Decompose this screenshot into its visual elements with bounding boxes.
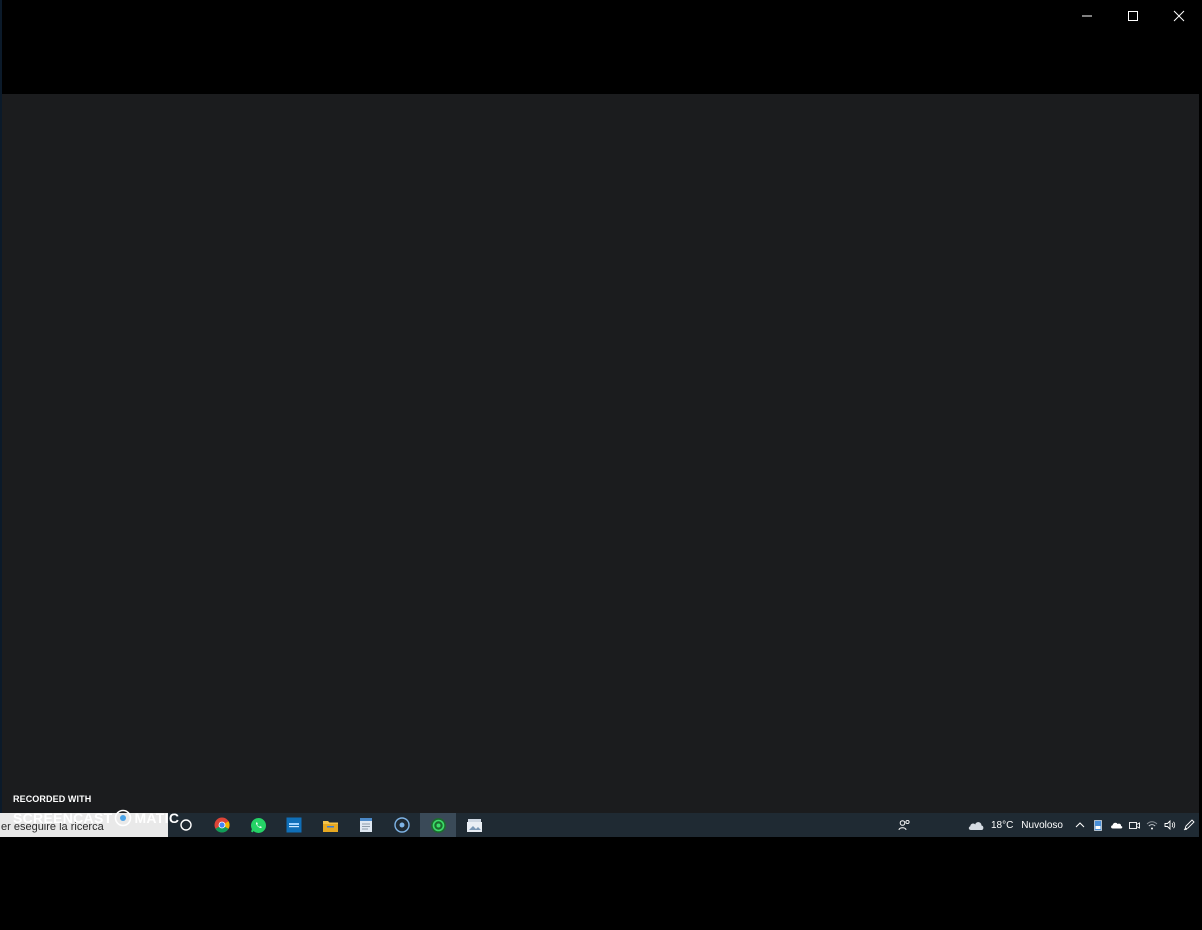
- tray-onedrive[interactable]: [1107, 813, 1125, 837]
- pen-icon: [1183, 819, 1195, 831]
- file-explorer-icon: [322, 820, 338, 832]
- screencast-o-matic-icon: [394, 817, 410, 833]
- storage-device-icon: [1094, 819, 1102, 831]
- close-button[interactable]: [1156, 0, 1202, 32]
- meet-now-icon: [1128, 821, 1140, 829]
- chrome-icon: [214, 817, 230, 833]
- system-tray: 18°C Nuvoloso: [891, 813, 1199, 837]
- notepad-icon: [360, 818, 372, 832]
- taskbar-file-explorer[interactable]: [312, 813, 348, 837]
- recording-app-icon: [430, 817, 446, 833]
- people-icon: [898, 819, 911, 831]
- tray-people[interactable]: [891, 813, 919, 837]
- watermark-recorded-with: RECORDED WITH: [13, 794, 92, 804]
- volume-icon: [1164, 820, 1176, 830]
- taskbar-screencast-o-matic[interactable]: [384, 813, 420, 837]
- intel-graphics-icon: [286, 817, 302, 833]
- screencast-watermark: RECORDED WITH SCREENCAST MATIC: [13, 793, 179, 827]
- taskbar-notepad[interactable]: [348, 813, 384, 837]
- whatsapp-icon: [250, 817, 266, 833]
- screen: RECORDED WITH SCREENCAST MATIC er esegui…: [0, 0, 1202, 930]
- screencast-logo-icon: [114, 809, 132, 827]
- taskbar-whatsapp[interactable]: [240, 813, 276, 837]
- maximize-icon: [1128, 11, 1138, 21]
- video-content-area: [2, 94, 1199, 813]
- watermark-brand-left: SCREENCAST: [13, 810, 113, 826]
- chevron-up-icon: [1075, 822, 1085, 828]
- taskbar-chrome[interactable]: [204, 813, 240, 837]
- close-icon: [1173, 10, 1185, 22]
- minimize-icon: [1082, 15, 1092, 17]
- tray-device[interactable]: [1089, 813, 1107, 837]
- tray-volume[interactable]: [1161, 813, 1179, 837]
- watermark-brand-right: MATIC: [134, 810, 180, 826]
- weather-description: Nuvoloso: [1021, 819, 1063, 831]
- tray-pen[interactable]: [1179, 813, 1199, 837]
- taskbar-recording-app[interactable]: [420, 813, 456, 837]
- taskbar-intel-graphics[interactable]: [276, 813, 312, 837]
- cloud-icon: [968, 822, 984, 830]
- tray-network[interactable]: [1143, 813, 1161, 837]
- minimize-button[interactable]: [1064, 0, 1110, 32]
- tray-show-hidden[interactable]: [1071, 813, 1089, 837]
- tray-meet-now[interactable]: [1125, 813, 1143, 837]
- maximize-button[interactable]: [1110, 0, 1156, 32]
- wifi-icon: [1146, 821, 1158, 830]
- cortana-icon: [180, 819, 192, 831]
- bottom-letterbox: [0, 837, 1202, 930]
- photos-icon: [466, 818, 482, 832]
- taskbar: er eseguire la ricerca 18°C Nuvoloso: [0, 813, 1199, 837]
- tray-weather[interactable]: 18°C Nuvoloso: [967, 813, 1071, 837]
- window-controls: [1064, 0, 1202, 32]
- weather-temperature: 18°C: [990, 819, 1014, 831]
- taskbar-photos[interactable]: [456, 813, 492, 837]
- watermark-brand: SCREENCAST MATIC: [13, 809, 179, 827]
- onedrive-icon: [1110, 822, 1122, 829]
